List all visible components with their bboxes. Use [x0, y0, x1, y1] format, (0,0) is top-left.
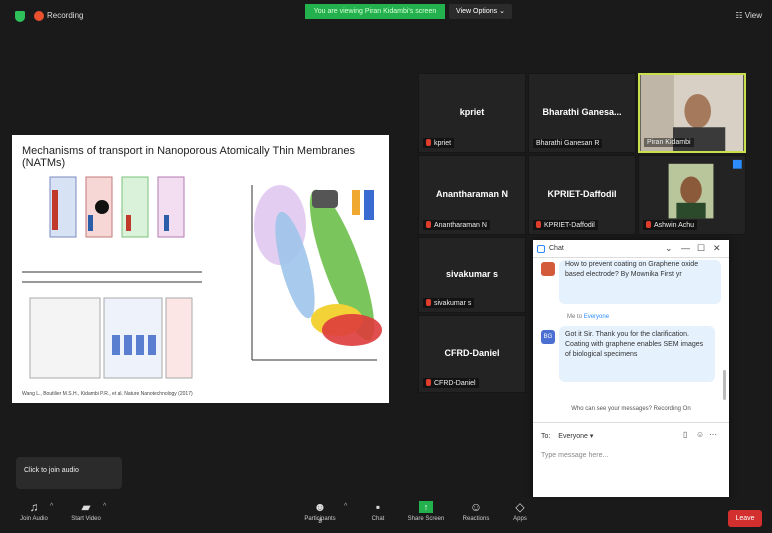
- to-label: To:: [541, 433, 551, 440]
- bottom-toolbar: ♫ Join Audio ^ ▰ Start Video ^ ☻8 Participa…: [0, 497, 772, 533]
- participant-tile-active-speaker[interactable]: Piran Kidambi: [638, 73, 746, 153]
- chat-button[interactable]: ▪ Chat: [358, 501, 398, 522]
- apps-button[interactable]: ◇ Apps: [500, 501, 540, 522]
- avatar: [541, 262, 555, 276]
- participant-name: Bharathi Ganesa...: [542, 106, 622, 117]
- participant-tile[interactable]: kpriet kpriet: [418, 73, 526, 153]
- participant-label: KPRIET-Daffodil: [533, 220, 598, 230]
- view-button[interactable]: ☷ View: [735, 11, 762, 20]
- participant-tile[interactable]: Ashwin Achu: [638, 155, 746, 235]
- recipient-dropdown[interactable]: Everyone ▾: [558, 432, 593, 440]
- viewing-banner: You are viewing Piran Kidambi's screen: [305, 4, 445, 19]
- recipient-row: To: Everyone ▾: [541, 432, 593, 440]
- more-icon[interactable]: ⋯: [709, 430, 717, 439]
- chat-input[interactable]: Type message here...: [541, 452, 608, 459]
- message-visibility-info[interactable]: Who can see your messages? Recording On: [533, 406, 729, 412]
- chat-title: Chat: [549, 245, 564, 252]
- security-shield-icon[interactable]: [15, 11, 25, 22]
- participant-name: sivakumar s: [445, 269, 499, 280]
- participant-label: kpriet: [423, 138, 455, 148]
- join-audio-button[interactable]: ♫ Join Audio: [14, 501, 54, 522]
- chat-bubble-icon: ▪: [375, 500, 381, 514]
- file-icon[interactable]: ▯: [683, 430, 687, 439]
- divider: [533, 422, 729, 423]
- participant-tile[interactable]: KPRIET-Daffodil KPRIET-Daffodil: [528, 155, 636, 235]
- shared-screen: Mechanisms of transport in Nanoporous At…: [12, 135, 389, 403]
- recording-icon: [34, 11, 44, 21]
- avatar: BG: [541, 330, 555, 344]
- start-video-button[interactable]: ▰ Start Video: [66, 501, 106, 522]
- participant-name: CFRD-Daniel: [444, 347, 500, 358]
- headphones-icon: ♫: [29, 500, 39, 514]
- participant-tile[interactable]: Anantharaman N Anantharaman N: [418, 155, 526, 235]
- participant-tile[interactable]: sivakumar s sivakumar s: [418, 237, 526, 313]
- join-audio-tooltip[interactable]: Click to join audio: [16, 457, 122, 489]
- participant-label: CFRD-Daniel: [423, 378, 479, 388]
- participant-label: Piran Kidambi: [644, 138, 694, 147]
- slide-figure: [22, 176, 382, 379]
- minimize-icon[interactable]: —: [681, 243, 690, 253]
- video-off-icon: ▰: [81, 500, 91, 514]
- chevron-up-icon[interactable]: ^: [50, 503, 53, 510]
- close-icon[interactable]: ✕: [713, 243, 721, 254]
- share-screen-button[interactable]: ↑ Share Screen: [406, 501, 446, 522]
- mic-muted-icon: [426, 221, 431, 228]
- share-screen-icon: ↑: [419, 501, 433, 513]
- chat-scrollbar[interactable]: [723, 370, 726, 400]
- slide-citation: Wang L., Boutilier M.S.H., Kidambi P.R.,…: [22, 391, 193, 397]
- participant-tile[interactable]: Bharathi Ganesa... Bharathi Ganesan R: [528, 73, 636, 153]
- chat-message: Got it Sir. Thank you for the clarificat…: [559, 326, 715, 382]
- mic-muted-icon: [646, 221, 651, 228]
- mic-muted-icon: [426, 139, 431, 146]
- top-bar: Recording You are viewing Piran Kidambi'…: [0, 0, 772, 34]
- mic-muted-icon: [426, 379, 431, 386]
- participant-label: Ashwin Achu: [643, 220, 698, 230]
- chat-message: How to prevent coating on Graphene oxide…: [559, 260, 721, 304]
- participant-label: Bharathi Ganesan R: [533, 139, 603, 148]
- collapse-icon[interactable]: ⌄: [665, 243, 673, 254]
- chat-header: Chat ⌄ — ☐ ✕: [533, 240, 729, 258]
- message-recipient: Me to Everyone: [567, 314, 610, 320]
- participants-button[interactable]: ☻8 Participants: [300, 500, 340, 525]
- chevron-up-icon[interactable]: ^: [344, 503, 347, 510]
- view-options-button[interactable]: View Options ⌄: [449, 4, 512, 19]
- reactions-button[interactable]: ☺ Reactions: [456, 501, 496, 522]
- apps-icon: ◇: [515, 500, 525, 514]
- participant-tile[interactable]: CFRD-Daniel CFRD-Daniel: [418, 315, 526, 393]
- mic-muted-icon: [426, 299, 431, 306]
- participants-icon: ☻8: [313, 500, 327, 525]
- maximize-icon[interactable]: ☐: [697, 243, 705, 254]
- participant-label: sivakumar s: [423, 298, 475, 308]
- mic-muted-icon: [536, 221, 541, 228]
- leave-button[interactable]: Leave: [728, 510, 762, 527]
- participant-name: KPRIET-Daffodil: [547, 188, 617, 199]
- participant-name: kpriet: [459, 106, 485, 117]
- chat-panel: Chat ⌄ — ☐ ✕ How to prevent coating on G…: [533, 240, 729, 506]
- participant-name: Anantharaman N: [435, 188, 508, 199]
- chat-icon: [537, 245, 545, 253]
- reactions-icon: ☺: [469, 500, 483, 514]
- chevron-up-icon[interactable]: ^: [103, 503, 106, 510]
- recording-label: Recording: [47, 11, 84, 20]
- participant-label: Anantharaman N: [423, 220, 490, 230]
- emoji-icon[interactable]: ☺: [696, 430, 704, 439]
